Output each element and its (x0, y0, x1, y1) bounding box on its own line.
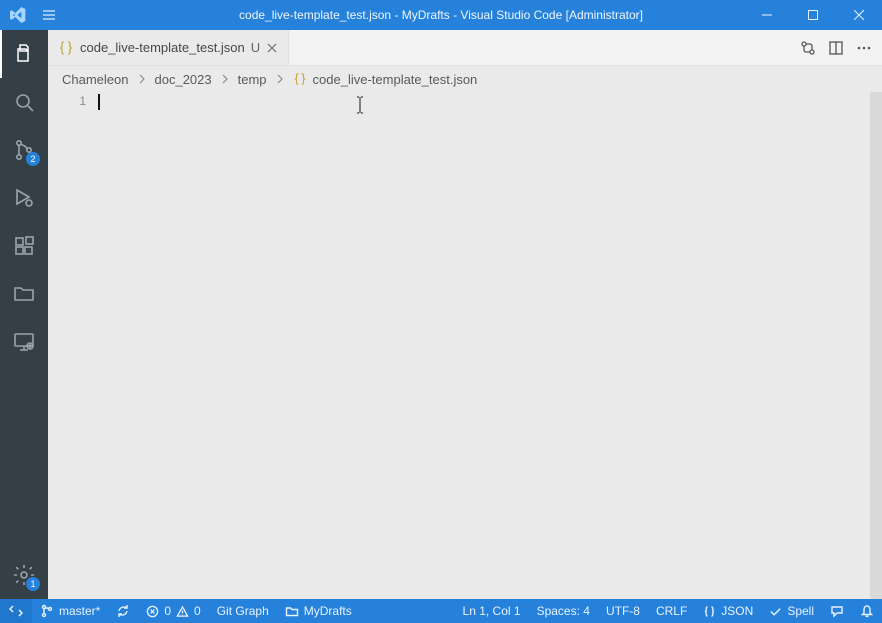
code-area[interactable] (98, 92, 870, 599)
editor-body[interactable]: 1 (48, 92, 882, 599)
tabs-row: code_live-template_test.json U (48, 30, 882, 66)
check-icon (769, 605, 782, 618)
status-branch[interactable]: master* (32, 599, 108, 623)
status-workspace[interactable]: MyDrafts (277, 599, 360, 623)
activity-folder[interactable] (0, 270, 48, 318)
activity-run-debug[interactable] (0, 174, 48, 222)
status-spell[interactable]: Spell (761, 599, 822, 623)
menu-button[interactable] (35, 7, 63, 23)
status-encoding[interactable]: UTF-8 (598, 599, 648, 623)
status-bar: master* 0 0 Git Graph MyDrafts Ln 1, Col… (0, 599, 882, 623)
bell-icon (860, 604, 874, 618)
editor-actions (790, 30, 882, 65)
breadcrumbs: Chameleon doc_2023 temp code_live-templa… (48, 66, 882, 92)
error-icon (146, 605, 159, 618)
title-bar: code_live-template_test.json - MyDrafts … (0, 0, 882, 30)
status-eol[interactable]: CRLF (648, 599, 695, 623)
chevron-right-icon (135, 74, 149, 84)
maximize-button[interactable] (790, 0, 836, 30)
status-sync[interactable] (108, 599, 138, 623)
editor-area: code_live-template_test.json U (48, 30, 882, 599)
remote-icon (9, 604, 23, 618)
chevron-right-icon (218, 74, 232, 84)
minimap[interactable] (870, 92, 882, 599)
close-button[interactable] (836, 0, 882, 30)
activity-source-control[interactable]: 2 (0, 126, 48, 174)
breadcrumb-item[interactable]: temp (238, 72, 267, 87)
text-caret (98, 94, 100, 110)
chevron-right-icon (273, 74, 287, 84)
breadcrumb-item[interactable]: doc_2023 (155, 72, 212, 87)
tab-modified-indicator: U (251, 40, 260, 55)
error-count: 0 (164, 604, 171, 618)
main-row: 2 1 code_live-template_test.json (0, 30, 882, 599)
status-cursor-position[interactable]: Ln 1, Col 1 (455, 599, 529, 623)
i-beam-cursor-icon (356, 96, 364, 114)
sync-icon (116, 604, 130, 618)
activity-remote-explorer[interactable] (0, 318, 48, 366)
breadcrumb-item[interactable]: code_live-template_test.json (313, 72, 478, 87)
json-icon (293, 72, 307, 86)
feedback-icon (830, 604, 844, 618)
tab-filename: code_live-template_test.json (80, 40, 245, 55)
activity-manage[interactable]: 1 (0, 551, 48, 599)
tab-file[interactable]: code_live-template_test.json U (48, 30, 289, 65)
activity-explorer[interactable] (0, 30, 48, 78)
more-actions-icon[interactable] (856, 40, 872, 56)
status-notifications[interactable] (852, 599, 882, 623)
folder-icon (285, 604, 299, 618)
warning-icon (176, 605, 189, 618)
manage-badge: 1 (26, 577, 40, 591)
activity-bar: 2 1 (0, 30, 48, 599)
vscode-logo (0, 7, 35, 23)
status-indentation[interactable]: Spaces: 4 (529, 599, 598, 623)
tab-close-icon[interactable] (266, 42, 278, 54)
activity-search[interactable] (0, 78, 48, 126)
line-gutter: 1 (48, 92, 98, 599)
activity-extensions[interactable] (0, 222, 48, 270)
status-language[interactable]: JSON (695, 599, 761, 623)
warning-count: 0 (194, 604, 201, 618)
scm-badge: 2 (26, 152, 40, 166)
minimize-button[interactable] (744, 0, 790, 30)
status-remote[interactable] (0, 599, 32, 623)
status-git-graph[interactable]: Git Graph (209, 599, 277, 623)
breadcrumb-item[interactable]: Chameleon (62, 72, 129, 87)
status-problems[interactable]: 0 0 (138, 599, 208, 623)
workspace-name: MyDrafts (304, 604, 352, 618)
git-graph-label: Git Graph (217, 604, 269, 618)
braces-icon (703, 605, 716, 618)
json-icon (58, 40, 74, 56)
line-number: 1 (48, 94, 86, 108)
status-feedback[interactable] (822, 599, 852, 623)
window-controls (744, 0, 882, 30)
branch-name: master* (59, 604, 100, 618)
split-editor-icon[interactable] (828, 40, 844, 56)
branch-icon (40, 604, 54, 618)
compare-changes-icon[interactable] (800, 40, 816, 56)
